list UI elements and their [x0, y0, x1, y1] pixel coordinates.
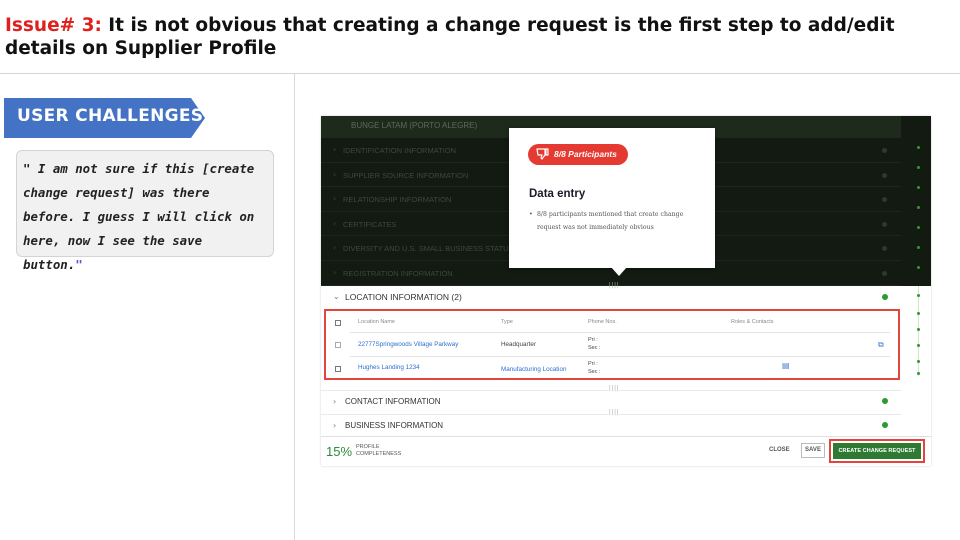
chevron-right-icon: ›: [333, 145, 337, 154]
row-checkbox[interactable]: [335, 342, 341, 348]
supplier-profile-screenshot: BUNGE LATAM (PORTO ALEGRE) › IDENTIFICATI…: [321, 116, 931, 466]
timeline-dot: [917, 166, 920, 169]
section-label: REGISTRATION INFORMATION: [343, 268, 453, 278]
profile-completeness-percent: 15%: [326, 444, 353, 459]
chevron-right-icon: ›: [333, 194, 337, 204]
timeline-dot: [917, 360, 920, 363]
row-checkbox[interactable]: [335, 366, 341, 372]
timeline-dot: [917, 246, 920, 249]
timeline-dot: [917, 146, 920, 149]
popup-heading: Data entry: [529, 188, 586, 200]
phone-secondary: Sec :: [588, 369, 601, 375]
banner-label: USER CHALLENGES: [17, 106, 204, 126]
phone-primary: Pri :: [588, 337, 598, 343]
location-header-label: LOCATION INFORMATION (2): [345, 292, 462, 302]
timeline-dot: [917, 344, 920, 347]
quote-text: " I am not sure if this [create change r…: [23, 161, 255, 272]
timeline-dot: [917, 294, 920, 297]
timeline-dot: [917, 226, 920, 229]
section-label: CONTACT INFORMATION: [345, 397, 441, 406]
status-dot: [882, 148, 887, 153]
create-change-request-highlight: CREATE CHANGE REQUEST: [829, 439, 925, 463]
select-all-checkbox[interactable]: [335, 320, 341, 326]
status-dot: [882, 294, 888, 300]
topbar-title: BUNGE LATAM (PORTO ALEGRE): [351, 121, 478, 130]
location-section-header[interactable]: ⌄ LOCATION INFORMATION (2): [321, 286, 901, 308]
status-dot: [882, 197, 887, 203]
thumbs-down-icon: [536, 148, 549, 160]
timeline-dot: [917, 186, 920, 189]
location-name-link[interactable]: 22777Springwoods Village Parkway: [358, 341, 458, 348]
profile-label: PROFILE: [356, 444, 380, 450]
section-label: SUPPLIER SOURCE INFORMATION: [343, 170, 469, 180]
section-label: RELATIONSHIP INFORMATION: [343, 195, 452, 205]
chevron-right-icon: ›: [333, 267, 337, 277]
row-divider: [350, 356, 890, 357]
phone-primary: Pri :: [588, 361, 598, 367]
close-button[interactable]: CLOSE: [769, 447, 790, 453]
bullet-marker: •: [529, 211, 533, 218]
timeline-dot: [917, 206, 920, 209]
chevron-right-icon: ›: [333, 218, 337, 228]
location-table: Location Name Type Phone Nos. Roles & Co…: [324, 309, 900, 380]
timeline-dot: [917, 372, 920, 375]
phone-secondary: Sec :: [588, 345, 601, 351]
vertical-divider: [294, 74, 295, 540]
chevron-right-icon: ›: [333, 421, 337, 430]
participants-pill: 8/8 Participants: [528, 144, 628, 165]
profile-completeness-label: PROFILE COMPLETENESS: [356, 444, 401, 458]
section-label: CERTIFICATES: [343, 219, 397, 229]
timeline-dot: [917, 266, 920, 269]
save-button[interactable]: SAVE: [801, 443, 825, 458]
copy-icon[interactable]: ⧉: [878, 340, 884, 350]
right-strip-dim: [901, 116, 931, 286]
popup-pointer: [611, 267, 627, 276]
status-dot: [882, 246, 887, 252]
section-label: BUSINESS INFORMATION: [345, 421, 444, 430]
quote-close-mark: ": [75, 257, 83, 272]
slide-title: Issue# 3: It is not obvious that creatin…: [5, 14, 950, 60]
section-label: DIVERSITY AND U.S. SMALL BUSINESS STATUS: [343, 244, 514, 254]
status-dot: [882, 422, 888, 428]
location-type[interactable]: Manufacturing Location: [501, 366, 566, 373]
user-quote: " I am not sure if this [create change r…: [23, 157, 267, 277]
chevron-right-icon: ›: [333, 243, 337, 253]
timeline-dot: [917, 328, 920, 331]
profile-action-bar: 15% PROFILE COMPLETENESS CLOSE SAVE CREA…: [321, 436, 931, 466]
status-dot: [882, 398, 888, 404]
issue-text: It is not obvious that creating a change…: [5, 15, 895, 59]
column-header: Phone Nos.: [588, 319, 617, 325]
issue-label: Issue# 3:: [5, 15, 102, 36]
status-dot: [882, 270, 887, 276]
column-header: Roles & Contacts: [731, 319, 774, 325]
status-dot: [882, 172, 887, 178]
location-type: Headquarter: [501, 341, 537, 348]
chevron-right-icon: ›: [333, 169, 337, 179]
column-header: Type: [501, 319, 513, 325]
timeline-dot: [917, 312, 920, 315]
location-name-link[interactable]: Hughes Landing 1234: [358, 364, 420, 371]
popup-body-text: 8/8 participants mentioned that create c…: [537, 211, 684, 231]
completeness-label: COMPLETENESS: [356, 451, 402, 457]
popup-body: • 8/8 participants mentioned that create…: [529, 208, 709, 234]
insight-popup: 8/8 Participants Data entry • 8/8 partic…: [509, 128, 715, 268]
chevron-right-icon: ›: [333, 397, 337, 406]
contacts-edit-icon[interactable]: ▤: [782, 361, 790, 370]
user-challenges-banner: USER CHALLENGES: [4, 98, 205, 138]
row-divider: [350, 332, 890, 333]
column-header: Location Name: [358, 319, 395, 325]
status-dot: [882, 221, 887, 227]
pill-label: 8/8 Participants: [554, 149, 617, 159]
create-change-request-button[interactable]: CREATE CHANGE REQUEST: [833, 443, 921, 459]
title-divider: [0, 73, 960, 74]
business-information-section[interactable]: › BUSINESS INFORMATION: [321, 414, 901, 436]
chevron-down-icon: ⌄: [333, 292, 340, 301]
section-label: IDENTIFICATION INFORMATION: [343, 146, 457, 155]
user-quote-box: " I am not sure if this [create change r…: [16, 150, 274, 272]
